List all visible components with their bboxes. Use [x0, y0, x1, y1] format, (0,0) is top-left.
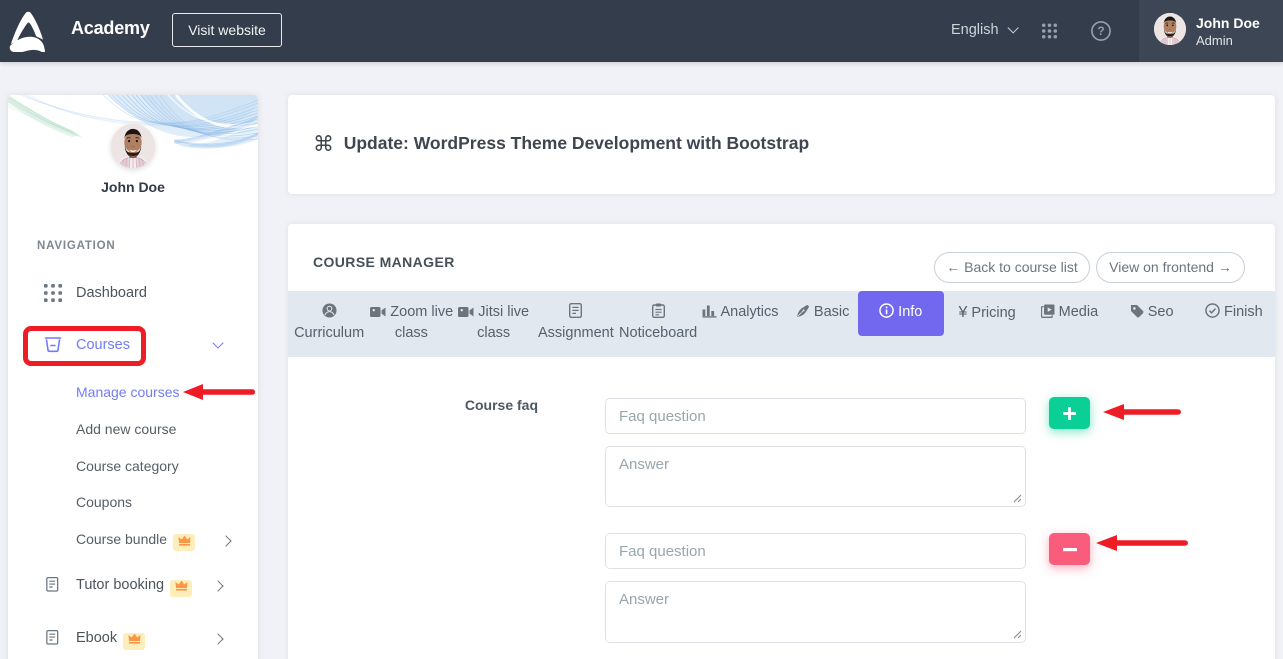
svg-text:?: ? [1097, 24, 1104, 38]
